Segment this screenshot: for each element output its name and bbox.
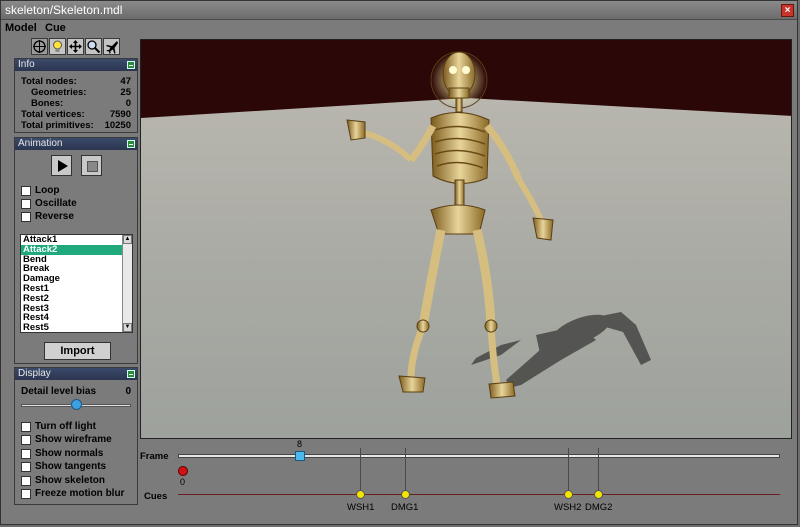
checkbox-box[interactable]: [21, 422, 31, 432]
checkbox-label: Oscillate: [35, 198, 77, 209]
list-scrollbar[interactable]: ▲ ▼: [122, 235, 132, 332]
checkbox-box[interactable]: [21, 212, 31, 222]
frame-slider-knob[interactable]: [295, 451, 305, 461]
cues-track[interactable]: [178, 494, 780, 495]
window-title: skeleton/Skeleton.mdl: [5, 3, 123, 17]
display-header[interactable]: Display: [15, 368, 137, 380]
cues-label: Cues: [144, 491, 168, 502]
info-label-geometries: Geometries:: [31, 87, 87, 98]
frame-label: Frame: [140, 451, 169, 462]
checkbox-label: Loop: [35, 185, 60, 196]
animation-panel: Animation Loop Oscillate Reverse Attack1…: [14, 137, 138, 364]
info-label-vertices: Total vertices:: [21, 109, 85, 120]
frame-slider[interactable]: [178, 454, 780, 458]
info-label-bones: Bones:: [31, 98, 64, 109]
detail-level-value: 0: [125, 386, 131, 397]
cue-line: [568, 448, 569, 495]
detail-level-label: Detail level bias: [21, 386, 97, 397]
checkbox-box[interactable]: [21, 449, 31, 459]
3d-viewport[interactable]: [140, 39, 792, 439]
start-marker[interactable]: [178, 466, 188, 476]
cue-line: [405, 448, 406, 495]
app-window: skeleton/Skeleton.mdl × Model Cue Info T…: [0, 0, 798, 525]
cue-label-wsh1: WSH1: [347, 502, 375, 513]
cue-label-dmg2: DMG2: [585, 502, 613, 513]
display-panel: Display Detail level bias 0 Turn off lig…: [14, 367, 138, 505]
menu-bar: Model Cue: [1, 21, 797, 37]
checkbox-label: Show wireframe: [35, 434, 112, 445]
menu-model[interactable]: Model: [5, 22, 37, 34]
move-icon[interactable]: [67, 38, 84, 55]
zoom-icon[interactable]: [85, 38, 102, 55]
list-item[interactable]: Rest5: [21, 323, 122, 332]
scroll-down-icon[interactable]: ▼: [123, 323, 132, 332]
collapse-icon[interactable]: [127, 140, 135, 148]
collapse-icon[interactable]: [127, 370, 135, 378]
close-button[interactable]: ×: [781, 4, 794, 17]
info-value-nodes: 47: [120, 76, 131, 87]
checkbox-box[interactable]: [21, 199, 31, 209]
cue-marker-wsh2[interactable]: [564, 490, 573, 499]
info-header-label: Info: [18, 59, 35, 70]
info-value-geometries: 25: [120, 87, 131, 98]
checkbox-box[interactable]: [21, 489, 31, 499]
collapse-icon[interactable]: [127, 61, 135, 69]
info-value-vertices: 7590: [109, 109, 131, 120]
cue-line: [360, 448, 361, 495]
timeline: Frame 8 0 Cues WSH1 DMG1 WSH2 DMG2: [140, 439, 792, 521]
light-icon[interactable]: [49, 38, 66, 55]
animation-list[interactable]: Attack1 Attack2 Bend Break Damage Rest1 …: [20, 234, 133, 333]
info-label-primitives: Total primitives:: [21, 120, 94, 131]
checkbox-label: Show tangents: [35, 461, 107, 472]
current-frame-number: 8: [297, 439, 303, 449]
stop-button[interactable]: [81, 155, 102, 176]
checkbox-label: Reverse: [35, 211, 74, 222]
start-frame-number: 0: [180, 477, 186, 487]
checkbox-box[interactable]: [21, 462, 31, 472]
info-label-nodes: Total nodes:: [21, 76, 77, 87]
checkbox-label: Show normals: [35, 448, 104, 459]
checkbox-label: Freeze motion blur: [35, 488, 125, 499]
title-bar[interactable]: skeleton/Skeleton.mdl ×: [1, 1, 797, 20]
checkbox-box[interactable]: [21, 186, 31, 196]
play-button[interactable]: [51, 155, 72, 176]
import-button[interactable]: Import: [44, 342, 111, 360]
cue-label-wsh2: WSH2: [554, 502, 582, 513]
info-value-primitives: 10250: [104, 120, 131, 131]
cue-marker-dmg1[interactable]: [401, 490, 410, 499]
viewport-scene[interactable]: [141, 40, 792, 439]
info-panel: Info Total nodes: 47 Geometries: 25 Bone…: [14, 58, 138, 133]
display-header-label: Display: [18, 368, 51, 379]
cue-label-dmg1: DMG1: [391, 502, 419, 513]
menu-cue[interactable]: Cue: [45, 22, 66, 34]
orbit-icon[interactable]: [31, 38, 48, 55]
cue-marker-wsh1[interactable]: [356, 490, 365, 499]
cue-marker-dmg2[interactable]: [594, 490, 603, 499]
checkbox-label: Show skeleton: [35, 475, 106, 486]
info-header[interactable]: Info: [15, 59, 137, 71]
checkbox-label: Turn off light: [35, 421, 96, 432]
checkbox-box[interactable]: [21, 435, 31, 445]
animation-header[interactable]: Animation: [15, 138, 137, 150]
animation-header-label: Animation: [18, 138, 63, 149]
info-value-bones: 0: [125, 98, 131, 109]
checkbox-box[interactable]: [21, 476, 31, 486]
cue-line: [598, 448, 599, 495]
fly-icon[interactable]: [103, 38, 120, 55]
slider-knob[interactable]: [70, 399, 82, 410]
scroll-up-icon[interactable]: ▲: [123, 235, 132, 244]
